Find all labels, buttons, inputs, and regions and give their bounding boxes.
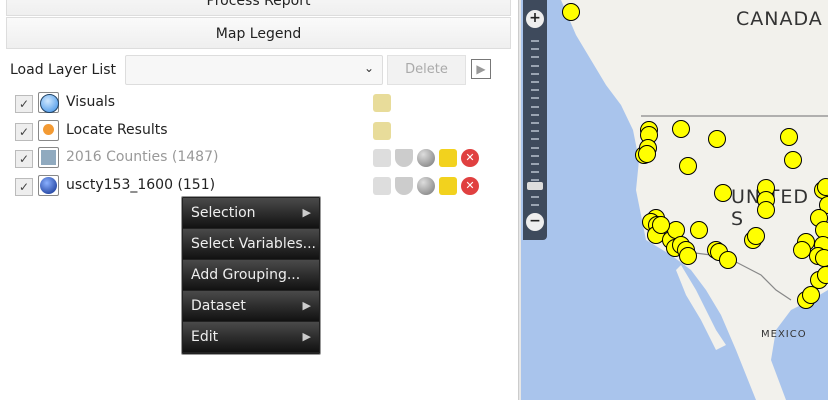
map-marker[interactable] — [747, 227, 765, 245]
submenu-arrow-icon: ▶ — [302, 299, 311, 312]
blue-globe-icon — [38, 92, 59, 113]
map-label-mexico: MEXICO — [761, 329, 807, 340]
label-tag-icon[interactable] — [373, 177, 391, 195]
remove-icon[interactable]: ✕ — [461, 149, 479, 167]
menu-item-select-variables[interactable]: Select Variables... — [183, 229, 319, 259]
play-icon[interactable]: ▶ — [471, 59, 491, 79]
map-marker[interactable] — [802, 286, 820, 304]
menu-label: Edit — [191, 329, 219, 345]
layer-checkbox[interactable]: ✓ — [15, 150, 33, 168]
zoom-out-icon[interactable]: − — [526, 213, 544, 231]
label-tag-icon[interactable] — [373, 94, 391, 112]
zoom-tick[interactable] — [531, 105, 539, 108]
menu-item-dataset[interactable]: Dataset ▶ — [183, 291, 319, 321]
dark-globe-icon — [38, 175, 59, 196]
label-tag-icon[interactable] — [373, 149, 391, 167]
load-layer-label: Load Layer List — [10, 62, 116, 78]
filter-icon[interactable] — [395, 177, 413, 195]
menu-label: Add Grouping... — [191, 267, 301, 283]
map-marker[interactable] — [757, 201, 775, 219]
map-marker[interactable] — [714, 184, 732, 202]
submenu-arrow-icon: ▶ — [302, 330, 311, 343]
layer-name: Visuals — [66, 94, 116, 110]
zoom-tick[interactable] — [531, 146, 539, 149]
remove-icon[interactable]: ✕ — [461, 177, 479, 195]
layer-name: uscty153_1600 (151) — [66, 177, 216, 193]
zoom-tick[interactable] — [531, 97, 539, 100]
map-marker[interactable] — [679, 157, 697, 175]
zoom-slider-thumb[interactable] — [527, 182, 543, 190]
zoom-tick[interactable] — [531, 40, 539, 42]
context-menu: Selection ▶ Select Variables... Add Group… — [181, 196, 321, 355]
label-tag-icon[interactable] — [373, 122, 391, 140]
map-marker[interactable] — [690, 221, 708, 239]
unlock-icon[interactable] — [439, 177, 457, 195]
layer-checkbox[interactable]: ✓ — [15, 95, 33, 113]
zoom-tick[interactable] — [531, 195, 539, 198]
map-marker[interactable] — [672, 120, 690, 138]
zoom-tick[interactable] — [531, 89, 539, 92]
process-report-header[interactable]: Process Report — [6, 0, 511, 16]
legend-panel: Process Report Map Legend Load Layer Lis… — [0, 0, 518, 400]
layer-checkbox[interactable]: ✓ — [15, 178, 33, 196]
zoom-tick[interactable] — [531, 113, 539, 116]
zoom-in-icon[interactable]: + — [526, 10, 544, 28]
map-view[interactable]: CANADA UNITED S MEXICO + − — [521, 0, 828, 400]
map-legend-header[interactable]: Map Legend — [6, 17, 511, 49]
sphere-icon[interactable] — [417, 177, 435, 195]
zoom-tick[interactable] — [531, 163, 539, 165]
pushpin-icon — [38, 120, 59, 141]
menu-label: Dataset — [191, 298, 246, 314]
zoom-tick[interactable] — [531, 72, 539, 75]
map-marker[interactable] — [562, 3, 580, 21]
map-marker[interactable] — [780, 128, 798, 146]
map-marker[interactable] — [817, 266, 828, 284]
map-marker[interactable] — [708, 130, 726, 148]
menu-item-selection[interactable]: Selection ▶ — [183, 198, 319, 228]
zoom-tick[interactable] — [531, 64, 539, 67]
map-marker[interactable] — [638, 145, 656, 163]
map-marker[interactable] — [679, 247, 697, 265]
chevron-down-icon: ⌄ — [363, 61, 374, 75]
map-label-canada: CANADA — [736, 8, 823, 30]
filter-icon[interactable] — [395, 149, 413, 167]
polygon-icon — [38, 147, 59, 168]
map-marker[interactable] — [784, 151, 802, 169]
menu-label: Selection — [191, 205, 256, 221]
zoom-tick[interactable] — [531, 138, 539, 141]
map-marker[interactable] — [817, 178, 828, 196]
delete-button[interactable]: Delete — [387, 55, 466, 85]
layer-name: 2016 Counties (1487) — [66, 149, 219, 165]
sphere-icon[interactable] — [417, 149, 435, 167]
zoom-tick[interactable] — [531, 56, 539, 59]
zoom-control: + − — [523, 0, 547, 240]
zoom-tick[interactable] — [531, 204, 539, 206]
menu-label: Select Variables... — [191, 236, 316, 252]
zoom-tick[interactable] — [531, 122, 539, 124]
submenu-arrow-icon: ▶ — [302, 206, 311, 219]
zoom-tick[interactable] — [531, 81, 539, 83]
unlock-icon[interactable] — [439, 149, 457, 167]
load-layer-select[interactable]: ⌄ — [125, 55, 383, 85]
map-marker[interactable] — [719, 251, 737, 269]
menu-item-edit[interactable]: Edit ▶ — [183, 322, 319, 352]
zoom-tick[interactable] — [531, 154, 539, 157]
zoom-tick[interactable] — [531, 48, 539, 51]
map-marker[interactable] — [815, 249, 828, 267]
map-marker[interactable] — [652, 216, 670, 234]
zoom-tick[interactable] — [531, 130, 539, 133]
layer-checkbox[interactable]: ✓ — [15, 123, 33, 141]
zoom-tick[interactable] — [531, 171, 539, 174]
layer-name: Locate Results — [66, 122, 168, 138]
menu-item-add-grouping[interactable]: Add Grouping... — [183, 260, 319, 290]
